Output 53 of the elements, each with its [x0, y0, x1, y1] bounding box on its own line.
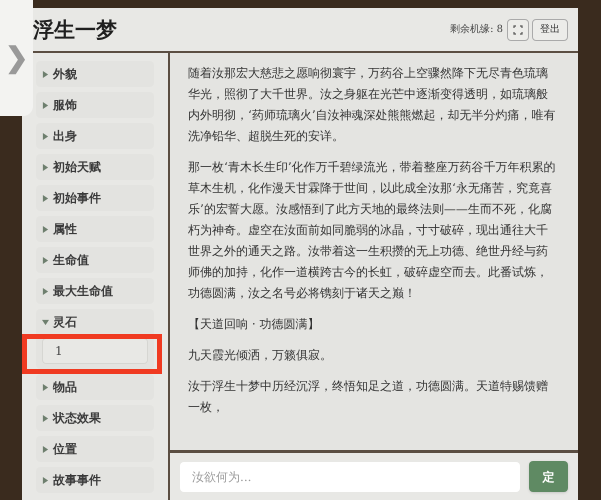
caret-right-icon	[42, 446, 49, 452]
sidebar-item-label: 状态效果	[53, 410, 101, 426]
sidebar-item[interactable]: 初始事件	[36, 185, 154, 211]
sidebar-item[interactable]: 状态效果	[36, 405, 154, 431]
sidebar-item-label: 最大生命值	[53, 283, 113, 299]
caret-right-icon	[42, 256, 49, 264]
sidebar-item-label: 出身	[53, 128, 77, 144]
sidebar-item[interactable]: 服饰	[36, 92, 154, 118]
caret-right-icon	[42, 476, 49, 484]
sidebar-item[interactable]: 灵石 1	[36, 309, 154, 369]
caret-right-icon	[42, 288, 49, 294]
sidebar-item-label: 初始天赋	[53, 159, 101, 175]
story-paragraph: 【天道回响 · 功德圆满】	[188, 316, 320, 333]
app-title: 浮生一梦	[33, 16, 117, 44]
sidebar-item-label: 生命值	[53, 252, 89, 268]
sidebar-item[interactable]: 最大生命值	[36, 278, 154, 304]
story-paragraph: 汝于浮生十梦中历经沉浮，终悟知足之道，功德圆满。天道特赐馈赠一枚，	[188, 378, 549, 416]
sidebar-item-label: 外貌	[53, 66, 77, 82]
sidebar-item[interactable]: 位置	[36, 436, 154, 462]
caret-down-icon	[42, 318, 49, 326]
sidebar-item[interactable]: 故事事件	[36, 467, 154, 493]
item-value: 1	[42, 338, 148, 364]
caret-right-icon	[42, 384, 49, 390]
sidebar-item-label: 服饰	[53, 97, 77, 113]
sidebar-item[interactable]: 生命值	[36, 247, 154, 273]
sidebar-item[interactable]: 初始天赋	[36, 154, 154, 180]
action-input[interactable]: 汝欲何为...	[180, 462, 520, 492]
caret-right-icon	[42, 102, 49, 108]
story-paragraph: 随着汝那宏大慈悲之愿响彻寰宇，万药谷上空骤然降下无尽青色琉璃华光，照彻了大千世界。汝之身躯在光芒中逐渐变得透明，如琉璃般内外明彻，‘药师琉璃火’自汝神魂深处熊熊燃起，却无半分灼痛，唯有洗净铅华、超脱生死的安详。	[188, 65, 556, 145]
caret-right-icon	[42, 70, 49, 78]
submit-button[interactable]: 定	[529, 461, 568, 492]
sidebar-item-label: 属性	[53, 221, 77, 237]
fullscreen-icon	[513, 24, 523, 34]
sidebar-item-label: 初始事件	[53, 190, 101, 206]
caret-right-icon	[42, 226, 49, 232]
caret-right-icon	[42, 414, 49, 422]
sidebar-item-label: 故事事件	[53, 472, 101, 488]
chevron-glyph: ❯	[5, 40, 28, 76]
logout-button[interactable]: 登出	[532, 18, 568, 40]
sidebar-item[interactable]: 物品	[36, 374, 154, 400]
sidebar-item[interactable]: 属性	[36, 216, 154, 242]
sidebar-item-label: 位置	[53, 441, 77, 457]
sidebar-item-label: 物品	[53, 379, 77, 395]
story-paragraph: 那一枚‘青木长生印’化作万千碧绿流光，带着整座万药谷千万年积累的草木生机，化作漫天甘霖降于世间，以此成全汝那‘永无痛苦，究竟喜乐’的宏誓大愿。汝感悟到了此方天地的最终法则——生而不死，化腐朽为神奇。虚空在汝面前如同脆弱的冰晶，寸寸破碎，现出通往大千世界之外的通天之路。汝带着这一生积攒的无上功德、绝世丹经与药师佛的加持，化作一道横跨古今的长虹，破碎虚空而去。此番试炼，功德圆满，汝之名号必将镌刻于诸天之巅！	[188, 159, 556, 302]
sidebar-item[interactable]: 外貌	[36, 61, 154, 87]
chances-counter: 剩余机缘: 8	[450, 22, 503, 37]
story-paragraph: 九天霞光倾洒，万籁俱寂。	[188, 347, 333, 364]
sidebar-item[interactable]: 出身	[36, 123, 154, 149]
caret-right-icon	[42, 132, 49, 140]
caret-right-icon	[42, 194, 49, 202]
caret-right-icon	[42, 164, 49, 170]
fullscreen-button[interactable]	[507, 18, 529, 40]
sidebar-item-label: 灵石	[53, 314, 77, 330]
